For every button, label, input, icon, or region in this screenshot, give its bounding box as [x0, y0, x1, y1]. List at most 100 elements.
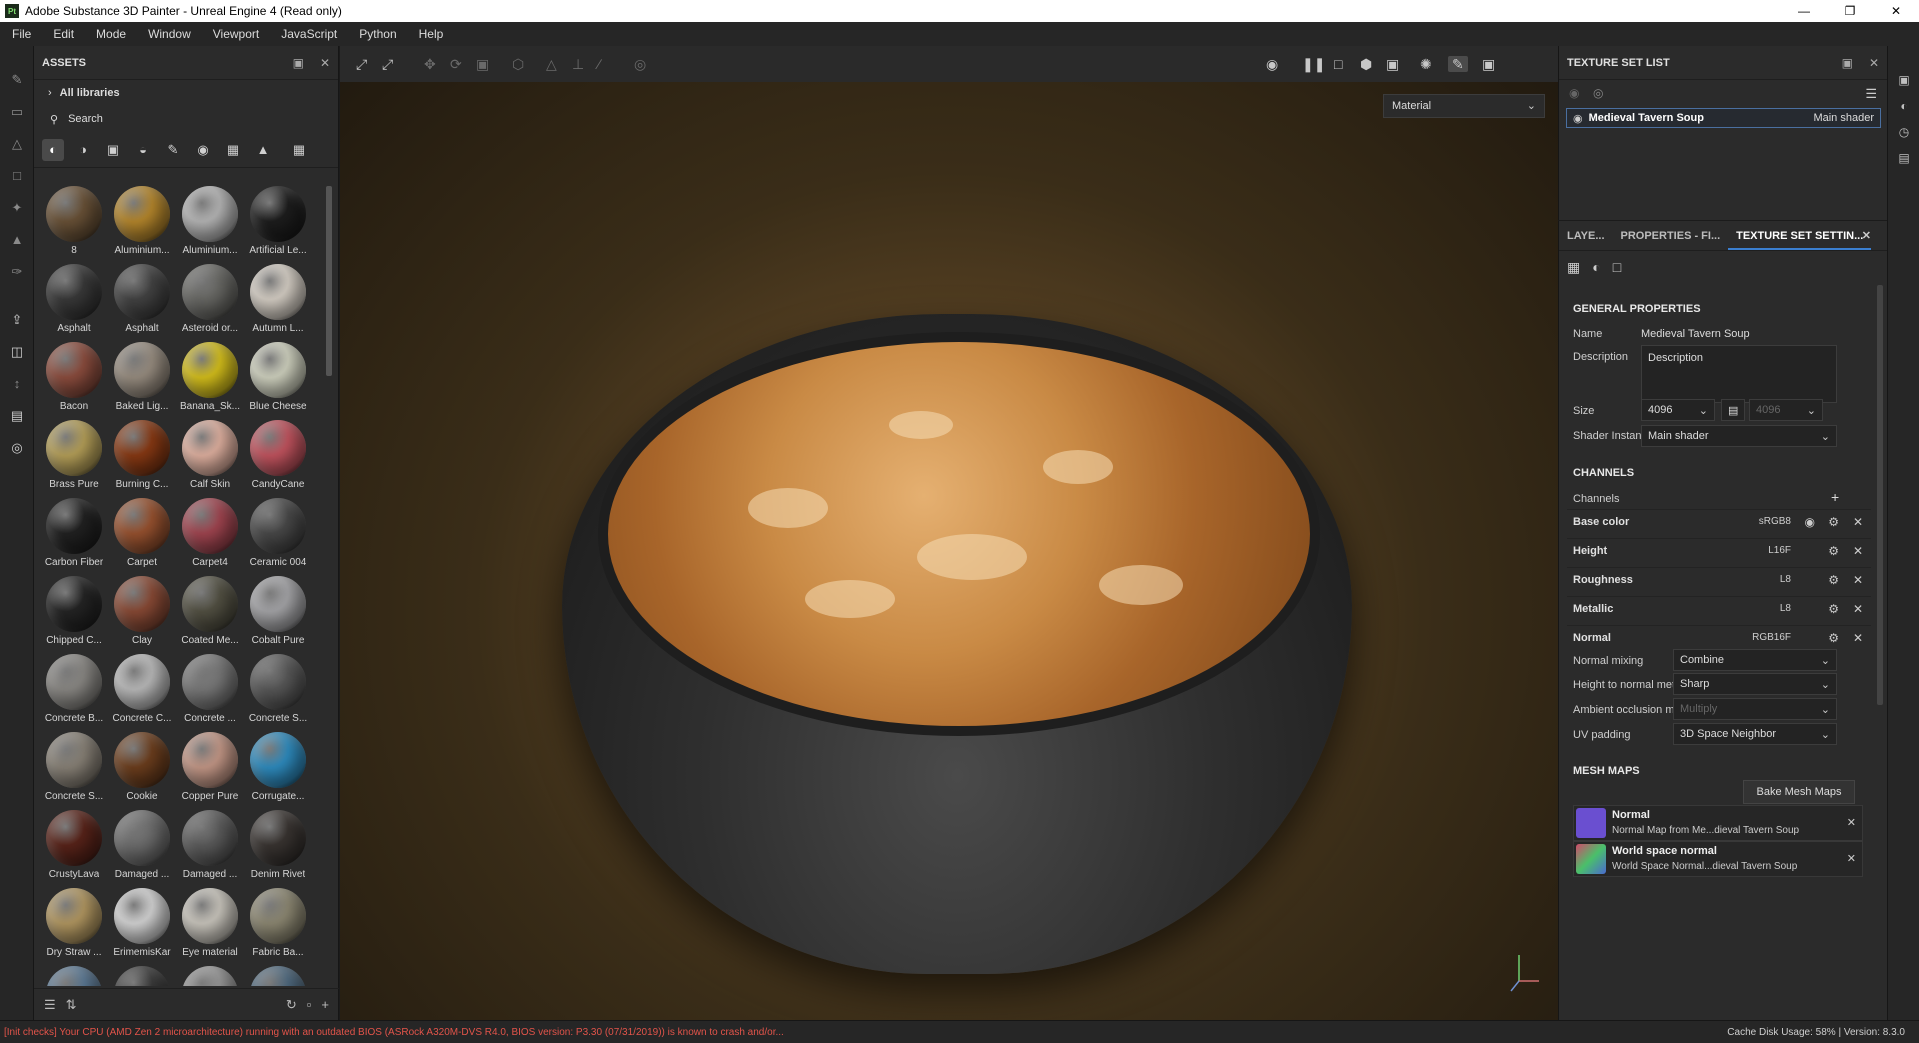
asset-tile[interactable]: Baked Lig...: [108, 338, 176, 416]
tab-texture-set-settings[interactable]: TEXTURE SET SETTIN...: [1728, 222, 1872, 250]
asset-tile[interactable]: Concrete ...: [176, 650, 244, 728]
asset-tile[interactable]: Ceramic 004: [244, 494, 312, 572]
description-field[interactable]: Description: [1641, 345, 1837, 403]
uv-padding-dropdown[interactable]: 3D Space Neighbor ⌄: [1673, 723, 1837, 745]
remove-channel-icon[interactable]: ✕: [1853, 631, 1863, 645]
asset-tile[interactable]: Damaged ...: [176, 806, 244, 884]
rotate-icon[interactable]: ⟳: [450, 56, 462, 72]
asset-tile[interactable]: Brass Pure: [40, 416, 108, 494]
remove-channel-icon[interactable]: ✕: [1853, 602, 1863, 616]
asset-tile[interactable]: Artificial Le...: [244, 182, 312, 260]
gear-icon[interactable]: ⚙: [1828, 631, 1839, 645]
height-to-normal-dropdown[interactable]: Sharp ⌄: [1673, 673, 1837, 695]
smart-materials-filter-icon[interactable]: ◑: [72, 139, 94, 161]
paint-mode-icon[interactable]: ✎: [1448, 56, 1468, 72]
asset-tile[interactable]: Concrete S...: [40, 728, 108, 806]
asset-tile[interactable]: Asphalt: [108, 260, 176, 338]
asset-tile[interactable]: Autumn L...: [244, 260, 312, 338]
texture-set-icon[interactable]: ▦: [1567, 259, 1580, 276]
eye-icon[interactable]: ◎: [1593, 86, 1603, 100]
asset-scrollbar[interactable]: [326, 186, 332, 376]
smudge-icon[interactable]: ✦: [9, 200, 25, 216]
asset-tile[interactable]: ErimemisKar: [108, 884, 176, 962]
remove-channel-icon[interactable]: ✕: [1853, 515, 1863, 529]
size-dropdown-2[interactable]: 4096 ⌄: [1749, 399, 1823, 421]
textures-filter-icon[interactable]: ◒: [132, 139, 154, 161]
list-view-icon[interactable]: ☰: [44, 997, 56, 1013]
add-icon[interactable]: +: [321, 997, 329, 1012]
geometry-mask-icon[interactable]: □: [9, 168, 25, 184]
asset-tile[interactable]: Copper Pure: [176, 728, 244, 806]
asset-tile[interactable]: Concrete S...: [244, 650, 312, 728]
symmetry-icon[interactable]: △: [546, 56, 557, 72]
settings-scrollbar[interactable]: [1877, 285, 1883, 705]
gear-icon[interactable]: ⚙: [1828, 515, 1839, 529]
asset-tile[interactable]: [244, 962, 312, 986]
view-2d-icon[interactable]: □: [1334, 56, 1342, 72]
asset-tile[interactable]: Concrete C...: [108, 650, 176, 728]
menu-file[interactable]: File: [12, 27, 31, 41]
gear-icon[interactable]: ⚙: [1828, 602, 1839, 616]
scale-icon[interactable]: ▣: [476, 56, 489, 72]
channel-format[interactable]: RGB16F: [1752, 632, 1791, 643]
remove-icon[interactable]: ✕: [1847, 852, 1856, 865]
asset-tile[interactable]: Chipped C...: [40, 572, 108, 650]
float-panel-icon[interactable]: ▣: [293, 56, 304, 70]
tab-properties[interactable]: PROPERTIES - FI...: [1613, 230, 1729, 242]
cube-icon[interactable]: ⬡: [512, 56, 524, 72]
asset-tile[interactable]: Aluminium...: [176, 182, 244, 260]
grid-view-icon[interactable]: ▦: [288, 139, 310, 161]
asset-tile[interactable]: Aluminium...: [108, 182, 176, 260]
name-value[interactable]: Medieval Tavern Soup: [1641, 328, 1750, 340]
normal-mixing-dropdown[interactable]: Combine ⌄: [1673, 649, 1837, 671]
shader-instance-dropdown[interactable]: Main shader ⌄: [1641, 425, 1837, 447]
asset-tile[interactable]: Carbon Fiber: [40, 494, 108, 572]
texture-set-row[interactable]: ◉ Medieval Tavern Soup Main shader: [1566, 108, 1881, 128]
size-dropdown[interactable]: 4096 ⌄: [1641, 399, 1715, 421]
ao-mixing-dropdown[interactable]: Multiply ⌄: [1673, 698, 1837, 720]
reset-icon[interactable]: ◎: [634, 56, 646, 72]
breadcrumb[interactable]: › All libraries: [34, 80, 338, 106]
display-settings-icon[interactable]: ▣: [1896, 72, 1912, 88]
asset-tile[interactable]: Fabric Ba...: [244, 884, 312, 962]
remove-channel-icon[interactable]: ✕: [1853, 573, 1863, 587]
channel-format[interactable]: L16F: [1768, 545, 1791, 556]
channel-row[interactable]: Roughness L8 ⚙ ✕: [1567, 567, 1871, 591]
asset-tile[interactable]: Cookie: [108, 728, 176, 806]
link-icon[interactable]: ◉: [1569, 86, 1579, 100]
asset-tile[interactable]: Blue Cheese: [244, 338, 312, 416]
search-input[interactable]: Search: [68, 113, 103, 125]
shader-icon[interactable]: ◐: [1592, 259, 1600, 275]
history-icon[interactable]: ◷: [1896, 124, 1912, 140]
menu-javascript[interactable]: JavaScript: [281, 27, 337, 41]
log-icon[interactable]: ▤: [1896, 150, 1912, 166]
mesh-map-item[interactable]: World space normal World Space Normal...…: [1573, 841, 1863, 877]
uv-icon[interactable]: □: [1613, 259, 1621, 275]
shelf-icon[interactable]: ◎: [9, 440, 25, 456]
remove-channel-icon[interactable]: ✕: [1853, 544, 1863, 558]
eraser-icon[interactable]: ▭: [9, 104, 25, 120]
hide-icon[interactable]: ◉: [1266, 56, 1278, 72]
particles-filter-icon[interactable]: ◉: [192, 139, 214, 161]
align-icon[interactable]: ⊥: [572, 56, 584, 72]
bake-icon[interactable]: ◫: [9, 344, 25, 360]
gear-icon[interactable]: ⚙: [1828, 573, 1839, 587]
remove-icon[interactable]: ✕: [1847, 816, 1856, 829]
menu-viewport[interactable]: Viewport: [213, 27, 259, 41]
projection-icon[interactable]: △: [9, 136, 25, 152]
transform-icon[interactable]: ⤢: [356, 56, 367, 72]
asset-tile[interactable]: Bacon: [40, 338, 108, 416]
asset-tile[interactable]: Dry Straw ...: [40, 884, 108, 962]
asset-tile[interactable]: Concrete B...: [40, 650, 108, 728]
sort-icon[interactable]: ⇅: [66, 997, 77, 1013]
visibility-eye-icon[interactable]: ◉: [1573, 112, 1583, 125]
menu-help[interactable]: Help: [419, 27, 444, 41]
asset-tile[interactable]: Asteroid or...: [176, 260, 244, 338]
gear-icon[interactable]: ⚙: [1828, 544, 1839, 558]
shader-settings-icon[interactable]: ◐: [1896, 98, 1912, 114]
asset-tile[interactable]: Eye material: [176, 884, 244, 962]
close-panel-icon[interactable]: ✕: [320, 56, 330, 70]
brushes-filter-icon[interactable]: ✎: [162, 139, 184, 161]
asset-tile[interactable]: [176, 962, 244, 986]
screenshot-icon[interactable]: ▣: [1482, 56, 1495, 72]
